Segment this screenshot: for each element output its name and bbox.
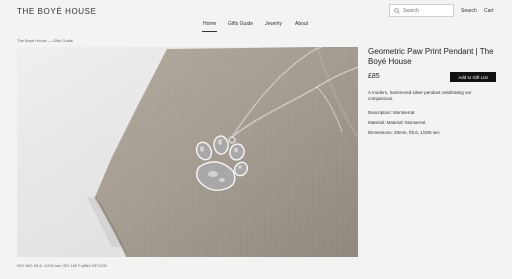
nav-item-gifts-guide[interactable]: Gifts Guide	[228, 21, 253, 27]
spec-description: Description: Montserrat	[368, 110, 415, 115]
cart-link[interactable]: Cart	[484, 8, 493, 14]
search-icon	[394, 7, 400, 14]
breadcrumb[interactable]: The Boyé House — Gifts Guide	[17, 38, 73, 43]
product-info: Geometric Paw Print Pendant | The Boyé H…	[368, 47, 498, 135]
spec-material: Material: Material: Monserrat	[368, 120, 426, 125]
product-price: £85	[368, 73, 380, 80]
nav-item-about[interactable]: About	[295, 21, 308, 27]
site-logo[interactable]: THE BOYÉ HOUSE	[17, 7, 97, 16]
main-nav: Home Gifts Guide Jewelry About	[0, 21, 512, 33]
search-input[interactable]	[403, 7, 453, 14]
product-title: Geometric Paw Print Pendant | The Boyé H…	[368, 47, 494, 66]
paw-pendant-image	[17, 47, 358, 257]
spec-dimensions: Dimensions: 20mm, f/5.6, 1/200 sec	[368, 130, 440, 135]
active-nav-indicator	[202, 31, 217, 32]
photo-caption: ISO 160, f/5.6, 1/200 sec ISO 160 Fujifi…	[17, 263, 107, 268]
product-description: A modern, hammered silver pendant celebr…	[368, 90, 472, 101]
search-link[interactable]: Search	[461, 8, 477, 14]
nav-item-home[interactable]: Home	[203, 21, 216, 27]
add-to-gift-list-button[interactable]: Add to Gift List	[450, 72, 496, 82]
product-photo	[17, 47, 358, 257]
nav-item-jewelry[interactable]: Jewelry	[265, 21, 282, 27]
site-header: THE BOYÉ HOUSE Search Cart Home Gifts Gu…	[0, 0, 512, 36]
search-field[interactable]	[389, 4, 454, 17]
